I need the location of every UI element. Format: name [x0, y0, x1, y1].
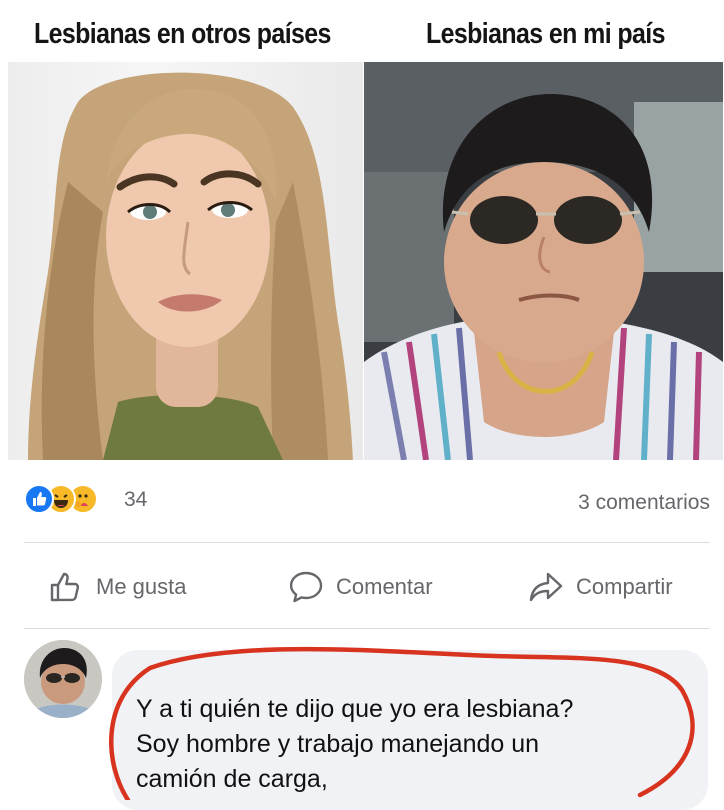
- comment-text: Y a ti quién te dijo que yo era lesbiana…: [136, 692, 696, 797]
- comment-count[interactable]: 3 comentarios: [578, 491, 710, 515]
- divider: [24, 628, 710, 629]
- speech-bubble-icon: [289, 571, 323, 603]
- meme-header: Lesbianas en otros países Lesbianas en m…: [0, 0, 724, 62]
- comment-button[interactable]: Comentar: [288, 566, 433, 608]
- share-label: Compartir: [576, 574, 673, 599]
- avatar[interactable]: [24, 640, 102, 718]
- like-icon: [24, 484, 54, 514]
- divider: [24, 542, 710, 543]
- comment-line: Soy hombre y trabajo manejando un: [136, 730, 540, 758]
- share-arrow-icon: [529, 572, 563, 602]
- caption-right: Lesbianas en mi país: [426, 18, 665, 50]
- photo-woman: [8, 62, 363, 460]
- comment-label: Comentar: [336, 574, 433, 599]
- like-label: Me gusta: [96, 574, 187, 599]
- share-button[interactable]: Compartir: [528, 566, 673, 608]
- caption-left: Lesbianas en otros países: [34, 18, 331, 50]
- thumbs-up-icon: [50, 572, 80, 602]
- photo-man: [364, 62, 723, 460]
- comment-line: camión de carga,: [136, 765, 328, 793]
- comment-line: Y a ti quién te dijo que yo era lesbiana…: [136, 695, 574, 723]
- like-button[interactable]: Me gusta: [48, 566, 187, 608]
- reaction-count: 34: [124, 488, 148, 511]
